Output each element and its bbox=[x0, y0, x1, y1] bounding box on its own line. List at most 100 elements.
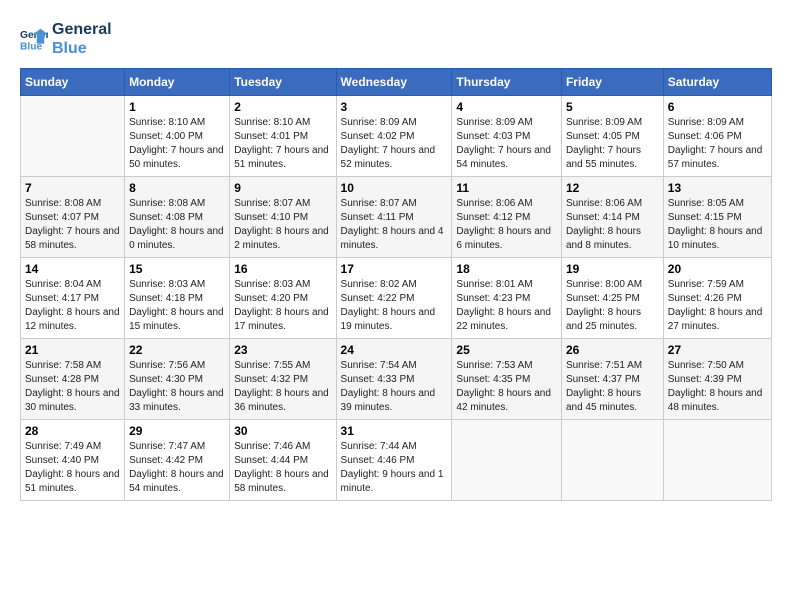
day-number: 9 bbox=[234, 181, 331, 195]
calendar-body: 1 Sunrise: 8:10 AMSunset: 4:00 PMDaylight… bbox=[21, 96, 772, 501]
day-detail: Sunrise: 8:02 AMSunset: 4:22 PMDaylight:… bbox=[341, 278, 448, 334]
calendar-cell: 26 Sunrise: 7:51 AMSunset: 4:37 PMDayligh… bbox=[561, 339, 663, 420]
day-number: 12 bbox=[566, 181, 659, 195]
calendar-cell: 31 Sunrise: 7:44 AMSunset: 4:46 PMDayligh… bbox=[336, 420, 452, 501]
day-detail: Sunrise: 8:09 AMSunset: 4:02 PMDaylight:… bbox=[341, 116, 448, 172]
day-number: 1 bbox=[129, 100, 225, 114]
calendar-cell: 7 Sunrise: 8:08 AMSunset: 4:07 PMDaylight… bbox=[21, 177, 125, 258]
day-detail: Sunrise: 8:06 AMSunset: 4:14 PMDaylight:… bbox=[566, 197, 659, 253]
day-number: 8 bbox=[129, 181, 225, 195]
day-number: 3 bbox=[341, 100, 448, 114]
day-number: 24 bbox=[341, 343, 448, 357]
calendar-week-2: 7 Sunrise: 8:08 AMSunset: 4:07 PMDaylight… bbox=[21, 177, 772, 258]
calendar-cell: 21Sunrise: 7:58 AMSunset: 4:28 PMDayligh… bbox=[21, 339, 125, 420]
header-day-saturday: Saturday bbox=[663, 69, 771, 96]
day-detail: Sunrise: 8:03 AMSunset: 4:20 PMDaylight:… bbox=[234, 278, 331, 334]
day-detail: Sunrise: 8:00 AMSunset: 4:25 PMDaylight:… bbox=[566, 278, 659, 334]
day-detail: Sunrise: 8:08 AMSunset: 4:07 PMDaylight:… bbox=[25, 197, 120, 253]
day-number: 2 bbox=[234, 100, 331, 114]
calendar-cell: 22 Sunrise: 7:56 AMSunset: 4:30 PMDayligh… bbox=[125, 339, 230, 420]
day-detail: Sunrise: 7:44 AMSunset: 4:46 PMDaylight:… bbox=[341, 440, 448, 496]
day-number: 23 bbox=[234, 343, 331, 357]
calendar-cell: 27Sunrise: 7:50 AMSunset: 4:39 PMDayligh… bbox=[663, 339, 771, 420]
day-detail: Sunrise: 8:10 AMSunset: 4:01 PMDaylight:… bbox=[234, 116, 331, 172]
day-detail: Sunrise: 8:09 AMSunset: 4:03 PMDaylight:… bbox=[456, 116, 557, 172]
day-number: 31 bbox=[341, 424, 448, 438]
day-detail: Sunrise: 7:56 AMSunset: 4:30 PMDaylight:… bbox=[129, 359, 225, 415]
day-number: 17 bbox=[341, 262, 448, 276]
day-number: 15 bbox=[129, 262, 225, 276]
day-detail: Sunrise: 8:09 AMSunset: 4:05 PMDaylight:… bbox=[566, 116, 659, 172]
day-number: 16 bbox=[234, 262, 331, 276]
day-number: 27 bbox=[668, 343, 767, 357]
calendar-cell: 3 Sunrise: 8:09 AMSunset: 4:02 PMDaylight… bbox=[336, 96, 452, 177]
day-number: 22 bbox=[129, 343, 225, 357]
day-number: 13 bbox=[668, 181, 767, 195]
day-number: 4 bbox=[456, 100, 557, 114]
calendar-table: SundayMondayTuesdayWednesdayThursdayFrid… bbox=[20, 68, 772, 501]
calendar-cell: 2 Sunrise: 8:10 AMSunset: 4:01 PMDaylight… bbox=[230, 96, 336, 177]
day-number: 10 bbox=[341, 181, 448, 195]
day-detail: Sunrise: 7:51 AMSunset: 4:37 PMDaylight:… bbox=[566, 359, 659, 415]
calendar-cell bbox=[663, 420, 771, 501]
calendar-cell: 5 Sunrise: 8:09 AMSunset: 4:05 PMDaylight… bbox=[561, 96, 663, 177]
day-detail: Sunrise: 7:53 AMSunset: 4:35 PMDaylight:… bbox=[456, 359, 557, 415]
day-detail: Sunrise: 8:01 AMSunset: 4:23 PMDaylight:… bbox=[456, 278, 557, 334]
day-number: 25 bbox=[456, 343, 557, 357]
day-detail: Sunrise: 8:04 AMSunset: 4:17 PMDaylight:… bbox=[25, 278, 120, 334]
calendar-week-4: 21Sunrise: 7:58 AMSunset: 4:28 PMDayligh… bbox=[21, 339, 772, 420]
day-detail: Sunrise: 7:54 AMSunset: 4:33 PMDaylight:… bbox=[341, 359, 448, 415]
calendar-cell: 30 Sunrise: 7:46 AMSunset: 4:44 PMDayligh… bbox=[230, 420, 336, 501]
day-detail: Sunrise: 8:03 AMSunset: 4:18 PMDaylight:… bbox=[129, 278, 225, 334]
calendar-cell: 6Sunrise: 8:09 AMSunset: 4:06 PMDaylight… bbox=[663, 96, 771, 177]
header-day-friday: Friday bbox=[561, 69, 663, 96]
calendar-cell: 28 Sunrise: 7:49 AMSunset: 4:40 PMDayligh… bbox=[21, 420, 125, 501]
day-number: 18 bbox=[456, 262, 557, 276]
page-header: General Blue General Blue bbox=[20, 20, 772, 58]
calendar-cell: 1 Sunrise: 8:10 AMSunset: 4:00 PMDaylight… bbox=[125, 96, 230, 177]
calendar-cell: 25 Sunrise: 7:53 AMSunset: 4:35 PMDayligh… bbox=[452, 339, 562, 420]
header-day-sunday: Sunday bbox=[21, 69, 125, 96]
calendar-cell bbox=[21, 96, 125, 177]
logo-text-line1: General bbox=[52, 20, 112, 39]
day-detail: Sunrise: 8:07 AMSunset: 4:10 PMDaylight:… bbox=[234, 197, 331, 253]
calendar-cell bbox=[561, 420, 663, 501]
day-number: 30 bbox=[234, 424, 331, 438]
calendar-cell bbox=[452, 420, 562, 501]
day-detail: Sunrise: 7:47 AMSunset: 4:42 PMDaylight:… bbox=[129, 440, 225, 496]
calendar-cell: 11Sunrise: 8:06 AMSunset: 4:12 PMDayligh… bbox=[452, 177, 562, 258]
calendar-cell: 9 Sunrise: 8:07 AMSunset: 4:10 PMDaylight… bbox=[230, 177, 336, 258]
calendar-header-row: SundayMondayTuesdayWednesdayThursdayFrid… bbox=[21, 69, 772, 96]
day-number: 29 bbox=[129, 424, 225, 438]
day-detail: Sunrise: 7:49 AMSunset: 4:40 PMDaylight:… bbox=[25, 440, 120, 496]
day-detail: Sunrise: 8:05 AMSunset: 4:15 PMDaylight:… bbox=[668, 197, 767, 253]
day-number: 19 bbox=[566, 262, 659, 276]
header-day-tuesday: Tuesday bbox=[230, 69, 336, 96]
calendar-cell: 14 Sunrise: 8:04 AMSunset: 4:17 PMDayligh… bbox=[21, 258, 125, 339]
day-detail: Sunrise: 7:58 AMSunset: 4:28 PMDaylight:… bbox=[25, 359, 120, 415]
logo: General Blue General Blue bbox=[20, 20, 112, 58]
header-day-monday: Monday bbox=[125, 69, 230, 96]
calendar-cell: 24 Sunrise: 7:54 AMSunset: 4:33 PMDayligh… bbox=[336, 339, 452, 420]
calendar-week-5: 28 Sunrise: 7:49 AMSunset: 4:40 PMDayligh… bbox=[21, 420, 772, 501]
calendar-cell: 20Sunrise: 7:59 AMSunset: 4:26 PMDayligh… bbox=[663, 258, 771, 339]
logo-icon: General Blue bbox=[20, 25, 48, 53]
day-number: 11 bbox=[456, 181, 557, 195]
day-number: 5 bbox=[566, 100, 659, 114]
day-detail: Sunrise: 8:07 AMSunset: 4:11 PMDaylight:… bbox=[341, 197, 448, 253]
calendar-cell: 19 Sunrise: 8:00 AMSunset: 4:25 PMDayligh… bbox=[561, 258, 663, 339]
header-day-wednesday: Wednesday bbox=[336, 69, 452, 96]
calendar-week-3: 14 Sunrise: 8:04 AMSunset: 4:17 PMDayligh… bbox=[21, 258, 772, 339]
day-detail: Sunrise: 8:10 AMSunset: 4:00 PMDaylight:… bbox=[129, 116, 225, 172]
day-number: 14 bbox=[25, 262, 120, 276]
day-detail: Sunrise: 7:46 AMSunset: 4:44 PMDaylight:… bbox=[234, 440, 331, 496]
calendar-cell: 8 Sunrise: 8:08 AMSunset: 4:08 PMDaylight… bbox=[125, 177, 230, 258]
day-detail: Sunrise: 8:08 AMSunset: 4:08 PMDaylight:… bbox=[129, 197, 225, 253]
calendar-week-1: 1 Sunrise: 8:10 AMSunset: 4:00 PMDaylight… bbox=[21, 96, 772, 177]
day-number: 26 bbox=[566, 343, 659, 357]
header-day-thursday: Thursday bbox=[452, 69, 562, 96]
day-number: 28 bbox=[25, 424, 120, 438]
day-number: 7 bbox=[25, 181, 120, 195]
calendar-cell: 10 Sunrise: 8:07 AMSunset: 4:11 PMDayligh… bbox=[336, 177, 452, 258]
day-detail: Sunrise: 8:09 AMSunset: 4:06 PMDaylight:… bbox=[668, 116, 767, 172]
